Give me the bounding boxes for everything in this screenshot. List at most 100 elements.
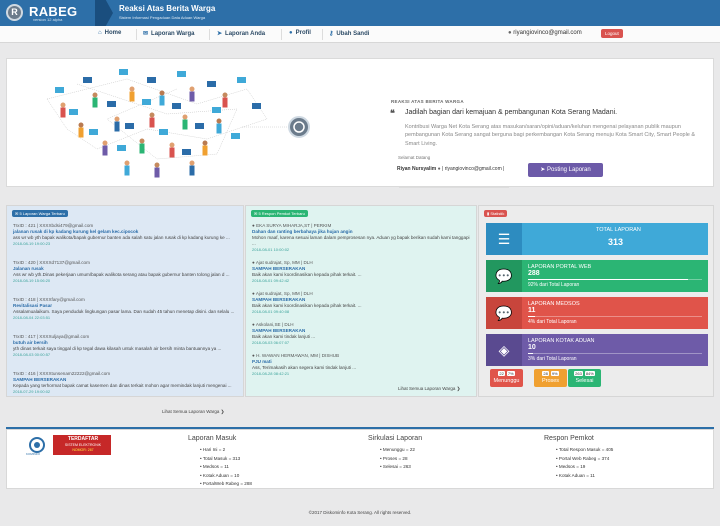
- status-proses-badge[interactable]: 28 9% Proses: [534, 369, 567, 387]
- item-body: Assalamualaikum. Saya penduduk lingkunga…: [13, 308, 235, 314]
- stat-value: 11: [528, 307, 536, 314]
- footer-stat-item: Hari Ini = 2: [200, 446, 252, 455]
- hero-quote: Jadilah bagian dari kemajuan & pembangun…: [405, 109, 618, 116]
- nav-laporan-anda[interactable]: ➤ Laporan Anda: [217, 30, 265, 37]
- navbar-user-email[interactable]: ● riyangiovinco@gmail.com: [508, 30, 582, 36]
- nav-laporan-warga[interactable]: ✉ Laporan Warga: [143, 30, 194, 37]
- footer-col-laporan-masuk: Hari Ini = 2 Total Masuk = 313 Medsos = …: [200, 446, 252, 489]
- item-date: 2018-08-01 09:40:08: [252, 308, 290, 314]
- footer-stat-item: Selesai = 263: [380, 463, 415, 472]
- stat-value: 10: [528, 344, 536, 351]
- item-head-text: H. WAWAN HERMAWAN, MM | DISHUB: [256, 353, 340, 358]
- badge-sub: SISTEM ELEKTRONIK: [64, 443, 102, 447]
- item-head-text: Ajat sudrajat, Sp, MM | DLH: [255, 260, 313, 265]
- stat-portal-web: 💬 LAPORAN PORTAL WEB 288 92% dari Total …: [486, 260, 708, 292]
- item-date: 2018-08-19 19:00:23: [13, 240, 51, 246]
- stat-value: 288: [528, 270, 540, 277]
- list-item[interactable]: ● H. WAWAN HERMAWAN, MM | DISHUB PJU mat…: [252, 353, 472, 377]
- stat-progress-bar: [528, 353, 702, 354]
- logo-letter: R: [11, 7, 18, 17]
- badge-count: 22: [498, 371, 505, 376]
- hero-description: Kontribusi Warga Net Kota Serang atas ma…: [405, 124, 696, 147]
- logout-button[interactable]: Logout: [601, 29, 623, 38]
- ribbon-decoration: [95, 0, 113, 26]
- nav-ubah-sandi-label: Ubah Sandi: [336, 31, 370, 37]
- welcome-user-name: Riyan Nursyalim: [397, 166, 437, 172]
- badge-pct: 9%: [550, 371, 559, 376]
- item-body: Mohon maaf, karena sesuai laman dalam pe…: [252, 234, 470, 246]
- nav-ubah-sandi[interactable]: ⚷ Ubah Sandi: [329, 30, 369, 37]
- stat-foot: 3% dari Total Laporan: [528, 356, 577, 362]
- lihat-semua-warga-link[interactable]: Lihat Semua Laporan Warga ❯: [162, 409, 224, 415]
- list-item[interactable]: TrxID : 418 | XXXXfary@gmail.com Revital…: [13, 297, 241, 321]
- footer-stat-item: Medsos = 11: [200, 463, 252, 472]
- copyright-text: ©2017 Diskominfo Kota Serang. All rights…: [308, 510, 412, 515]
- stat-medsos: 💬 LAPORAN MEDSOS 11 4% dari Total Lapora…: [486, 297, 708, 329]
- navbar-user-email-text: riyangiovinco@gmail.com: [513, 30, 582, 36]
- panel-label-respon-text: 5 Respon Pemkot Terbaru: [258, 211, 305, 216]
- key-icon: ⚷: [329, 31, 334, 37]
- list-item[interactable]: ● Askolani,SE | DLH SAMPAH BERSERAKAN Ba…: [252, 322, 472, 346]
- chevron-right-icon: ❯: [455, 386, 461, 391]
- list-item[interactable]: ● Ajat sudrajat, Sp, MM | DLH SAMPAH BER…: [252, 291, 472, 315]
- rabeg-logo-icon[interactable]: R: [6, 4, 23, 21]
- stat-icon-box: ☰: [486, 223, 522, 255]
- list-item[interactable]: ● Ajat sudrajat, Sp, MM | DLH SAMPAH BER…: [252, 260, 472, 284]
- stat-progress-bar: [528, 279, 702, 280]
- status-menunggu-badge[interactable]: 22 7% Menunggu: [490, 369, 523, 387]
- send-icon: ➤: [217, 31, 223, 37]
- stat-foot: 92% dari Total Laporan: [528, 282, 580, 288]
- footer-col-respon-title: Respon Pemkot: [544, 435, 594, 442]
- dropbox-icon: ◈: [498, 342, 510, 358]
- item-date: 2018-08-04 22:03:51: [13, 314, 51, 320]
- panel-label-warga-text: 5 Laporan Warga Terbaru: [19, 211, 65, 216]
- main-navbar: ⌂ Home ✉ Laporan Warga ➤ Laporan Anda ● Prof…: [0, 26, 720, 43]
- laporan-warga-panel: ✉ 5 Laporan Warga Terbaru TrxID : 421 | …: [6, 205, 244, 397]
- list-item[interactable]: TrxID : 416 | XXXXtunsenam22222@gmail.co…: [13, 371, 241, 395]
- footer-col-sirkulasi-title: Sirkulasi Laporan: [368, 435, 423, 442]
- nav-profil-label: Profil: [295, 30, 311, 36]
- item-body: ass wr wb yth bapak walikota/bapak guber…: [13, 234, 230, 240]
- item-body: yth dinas terkait saya tinggal di kp teg…: [13, 345, 222, 351]
- item-date: 2018-08-01 10:00:02: [252, 246, 290, 252]
- quote-icon: ❝: [390, 108, 395, 118]
- app-title: Reaksi Atas Berita Warga: [119, 4, 216, 13]
- welcome-user: Riyan Nursyalim ● | riyangiovinco@gmail.…: [397, 166, 504, 172]
- list-item[interactable]: TrxID : 417 | XXXXuljaya@gmail.com butuh…: [13, 334, 241, 358]
- panel-label-statistik-text: Statistik: [490, 211, 505, 216]
- comments-icon: ✉: [143, 31, 149, 37]
- footer-stat-item: Kotak Aduan = 11: [556, 472, 613, 481]
- footer-stat-item: Total Respon Masuk = 405: [556, 446, 614, 455]
- stat-progress-fill: [528, 316, 535, 317]
- stat-foot: 4% dari Total Laporan: [528, 319, 577, 325]
- user-icon: ●: [289, 30, 293, 36]
- footer-stat-item: Total Masuk = 313: [200, 455, 252, 464]
- list-icon: ☰: [497, 231, 511, 247]
- nav-home-label: Home: [104, 30, 122, 36]
- list-item[interactable]: TrxID : 420 | XXXXd7137@gmail.com Jalana…: [13, 260, 241, 284]
- panel-label-warga: ✉ 5 Laporan Warga Terbaru: [12, 210, 68, 217]
- item-date: 2018-08-28 08:42:21: [252, 370, 290, 376]
- lihat-semua-respon-link[interactable]: Lihat Semua Laporan Warga ❯: [398, 386, 460, 392]
- posting-laporan-button[interactable]: ➤ Posting Laporan: [528, 163, 603, 177]
- item-date: 2018-08-03 06:07:07: [252, 339, 290, 345]
- nav-laporan-warga-label: Laporan Warga: [151, 31, 195, 37]
- list-item[interactable]: ● EKA SURYA MIHARJA,ST | PERKIM Dahan da…: [252, 223, 472, 253]
- chevron-right-icon: ❯: [219, 409, 225, 414]
- nav-profil[interactable]: ● Profil: [289, 30, 311, 36]
- logo-version: version 12 alpha: [33, 17, 63, 22]
- hero-section: REAKSI ATAS BERITA WARGA ❝ Jadilah bagia…: [6, 58, 714, 188]
- status-selesai-badge[interactable]: 263 84% Selesai: [568, 369, 601, 387]
- stat-total-laporan: ☰ TOTAL LAPORAN 313: [486, 223, 708, 255]
- item-body: Ass wr wb yth.Dinas pekerjaan umum/bapak…: [13, 271, 230, 277]
- chat-icon: 💬: [495, 268, 513, 284]
- stat-icon-box: 💬: [486, 260, 522, 292]
- kominfo-badge[interactable]: KOMINFO TERDAFTAR SISTEM ELEKTRONIK NOMO…: [26, 435, 121, 457]
- item-date: 2018-08-19 15:06:20: [13, 277, 51, 283]
- badge-title: TERDAFTAR: [67, 436, 99, 442]
- stat-progress-bar: [528, 316, 702, 317]
- list-item[interactable]: TrxID : 421 | XXXXbdsi479@gmail.com jala…: [13, 223, 241, 247]
- hero-tag: REAKSI ATAS BERITA WARGA: [391, 99, 464, 104]
- nav-home[interactable]: ⌂ Home: [98, 30, 121, 36]
- badge-label: Proses: [541, 378, 560, 384]
